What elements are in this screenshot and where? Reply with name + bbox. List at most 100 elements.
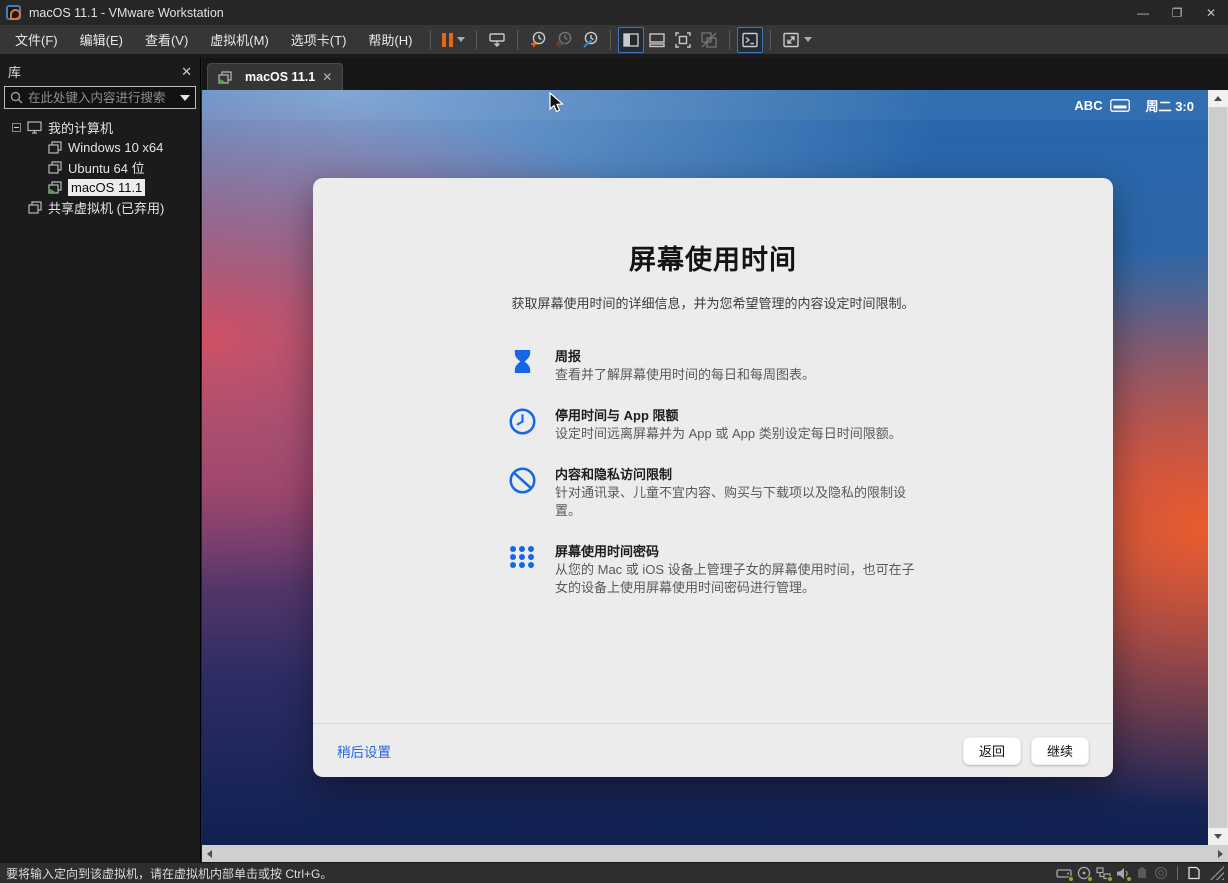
show-thumbnail-bar-toggle[interactable] [644,27,670,53]
library-search-box[interactable] [4,86,196,109]
vm-running-icon [48,180,62,194]
menu-edit[interactable]: 编辑(E) [69,25,134,54]
show-library-toggle[interactable] [618,26,645,53]
snapshot-manage-icon [583,31,598,48]
menu-tabs[interactable]: 选项卡(T) [280,25,358,54]
menu-toolbar-row: 文件(F) 编辑(E) 查看(V) 虚拟机(M) 选项卡(T) 帮助(H) [0,25,1228,58]
snapshot-revert-icon [555,31,572,48]
clock-icon [507,407,537,443]
harddisk-status-icon[interactable] [1056,867,1074,882]
toolbar-separator [729,29,731,50]
vmware-logo-icon [6,5,21,20]
hourglass-icon [507,348,537,384]
take-snapshot-button[interactable] [525,27,551,53]
dialog-title: 屏幕使用时间 [629,245,797,275]
vm-icon [48,140,62,154]
fullscreen-icon [675,31,692,48]
input-source-label: ABC [1074,97,1103,113]
collapse-icon[interactable] [12,122,21,132]
tree-item-shared-vms[interactable]: 共享虚拟机 (已弃用) [0,197,200,217]
screen-time-dialog: 屏幕使用时间 获取屏幕使用时间的详细信息，并为您希望管理的内容设定时间限制。 周… [313,178,1113,777]
status-bar: 要将输入定向到该虚拟机，请在虚拟机内部单击或按 Ctrl+G。 [0,862,1228,883]
tab-macos[interactable]: macOS 11.1 ✕ [207,63,344,90]
vertical-scroll-thumb[interactable] [1209,107,1227,828]
resize-grip[interactable] [1210,866,1224,880]
revert-snapshot-button[interactable] [551,27,577,53]
toolbar-separator [476,29,478,50]
console-icon [742,32,759,47]
horizontal-scrollbar[interactable] [202,845,1228,862]
library-sidebar: 库 ✕ 我的计算机 Windows 10 x64 [0,58,201,862]
usb-status-icon[interactable] [1135,867,1149,880]
status-separator [1177,866,1178,880]
menu-file[interactable]: 文件(F) [4,25,69,54]
vm-icon [48,160,62,174]
dialog-footer: 稍后设置 返回 继续 [313,723,1113,777]
toolbar-separator [770,29,772,50]
menu-view[interactable]: 查看(V) [134,25,199,54]
tree-item-windows10[interactable]: Windows 10 x64 [0,137,200,157]
chevron-down-icon[interactable] [804,37,813,42]
dialog-subtitle: 获取屏幕使用时间的详细信息，并为您希望管理的内容设定时间限制。 [511,296,915,311]
input-source-item[interactable]: ABC [1074,97,1130,113]
scroll-left-arrow[interactable] [207,849,212,858]
library-close-icon[interactable]: ✕ [181,64,192,80]
unity-mode-button[interactable] [696,27,722,53]
vm-running-icon [218,70,232,84]
vertical-scrollbar[interactable] [1208,90,1228,845]
title-bar: macOS 11.1 - VMware Workstation — ❐ ✕ [0,0,1228,25]
tree-item-ubuntu[interactable]: Ubuntu 64 位 [0,157,200,177]
prohibit-icon [507,466,537,520]
scroll-up-arrow[interactable] [1208,90,1228,107]
menu-help[interactable]: 帮助(H) [357,25,423,54]
toolbar-separator [430,29,432,50]
chevron-down-icon[interactable] [457,37,466,42]
stretch-guest-button[interactable] [778,27,816,53]
menu-bar-clock[interactable]: 周二 3:0 [1146,96,1194,115]
menu-vm[interactable]: 虚拟机(M) [199,25,280,54]
computer-icon [27,120,42,134]
keyboard-icon [1109,98,1130,112]
manage-snapshots-button[interactable] [577,27,603,53]
feature-weekly-reports: 周报 查看并了解屏幕使用时间的每日和每周图表。 [507,348,919,384]
minimize-button[interactable]: — [1126,0,1160,25]
status-message: 要将输入定向到该虚拟机，请在虚拟机内部单击或按 Ctrl+G。 [6,866,333,881]
console-view-toggle[interactable] [737,26,764,53]
send-ctrl-alt-del-button[interactable] [484,27,510,53]
back-button[interactable]: 返回 [962,736,1021,765]
set-up-later-link[interactable]: 稍后设置 [337,741,391,761]
snapshot-clock-plus-icon [530,31,546,47]
search-input[interactable] [23,90,180,105]
vm-console-screen[interactable]: ABC 周二 3:0 屏幕使用时间 获取屏幕使用时间的详细信息，并为您希望管理的… [202,90,1208,845]
passcode-dots-icon [507,543,537,597]
tab-label[interactable]: macOS 11.1 [245,70,315,84]
window-title: macOS 11.1 - VMware Workstation [29,5,224,20]
library-panel-icon [623,32,640,47]
search-icon [10,91,23,104]
maximize-button[interactable]: ❐ [1160,0,1194,25]
toolbar-separator [517,29,519,50]
network-status-icon[interactable] [1096,866,1113,882]
continue-button[interactable]: 继续 [1030,736,1089,765]
sound-status-icon[interactable] [1116,867,1132,882]
ctrl-alt-del-icon [489,32,506,47]
search-filter-dropdown-icon[interactable] [180,94,190,101]
macos-menu-bar: ABC 周二 3:0 [202,90,1208,120]
tree-item-my-computer[interactable]: 我的计算机 [0,117,200,137]
close-button[interactable]: ✕ [1194,0,1228,25]
mouse-cursor [549,92,564,113]
tab-close-icon[interactable]: ✕ [322,70,332,84]
cdrom-status-icon[interactable] [1077,866,1093,882]
tree-item-macos[interactable]: macOS 11.1 [0,177,200,197]
stretch-icon [783,32,800,47]
pause-vm-button[interactable] [438,27,469,53]
notifications-icon[interactable] [1187,866,1201,880]
feature-content-privacy: 内容和隐私访问限制 针对通讯录、儿童不宜内容、购买与下载项以及隐私的限制设置。 [507,466,919,520]
printer-status-icon[interactable] [1154,866,1168,880]
selected-vm-label[interactable]: macOS 11.1 [68,178,146,196]
scroll-down-arrow[interactable] [1208,828,1228,845]
scroll-right-arrow[interactable] [1218,849,1223,858]
shared-vm-icon [28,200,42,214]
feature-downtime-app-limits: 停用时间与 App 限额 设定时间远离屏幕并为 App 或 App 类别设定每日… [507,407,919,443]
fullscreen-button[interactable] [670,27,696,53]
